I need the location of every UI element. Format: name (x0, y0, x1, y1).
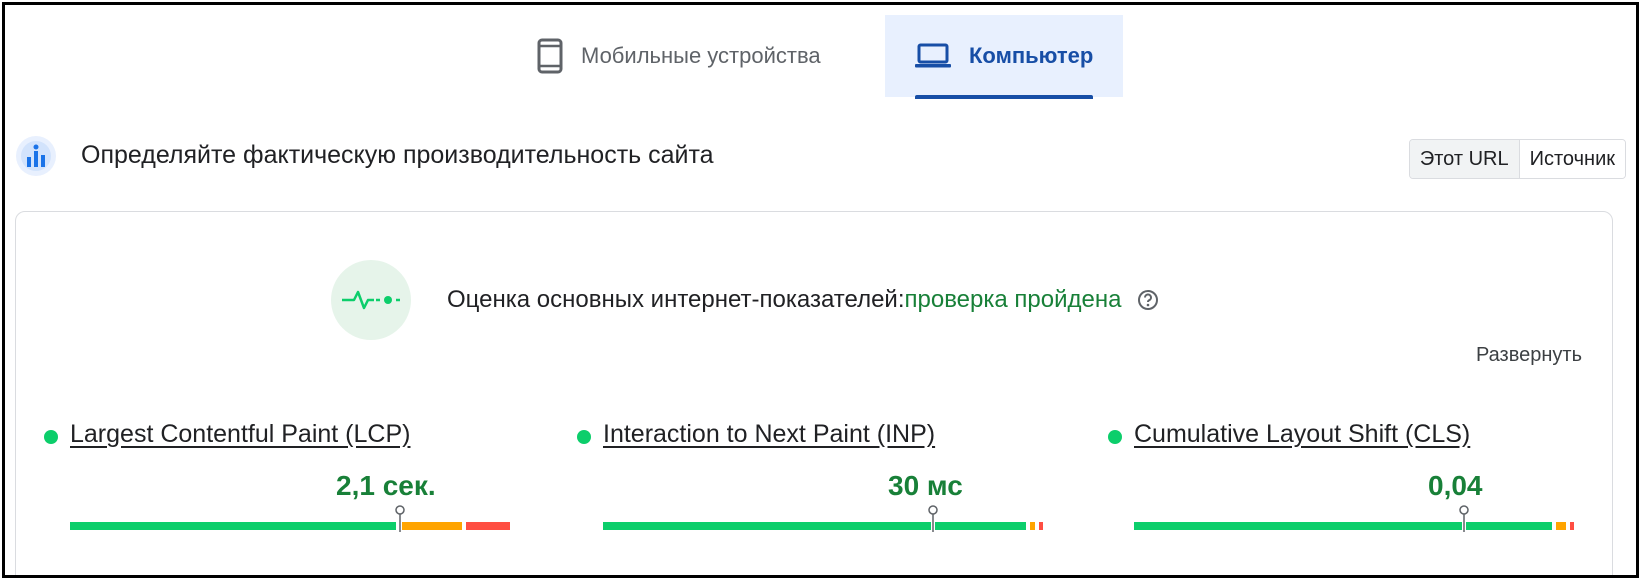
bar-segment-good (603, 522, 1026, 530)
tab-mobile[interactable]: Мобильные устройства (525, 15, 865, 97)
tab-mobile-label: Мобильные устройства (581, 43, 821, 68)
marker-icon (395, 505, 405, 532)
metric-value-inp: 30 мс (888, 470, 963, 501)
bar-segment-poor (1038, 522, 1043, 530)
assessment-text: Оценка основных интернет-показателей: про… (447, 286, 1159, 314)
bar-segment-poor (466, 522, 510, 530)
active-tab-indicator (915, 95, 1093, 99)
bar-segment-needs-improvement (1029, 522, 1035, 530)
marker-icon (1459, 505, 1469, 532)
metric-inp: Interaction to Next Paint (INP) 30 мс (577, 420, 1043, 540)
this-url-button[interactable]: Этот URL (1409, 140, 1520, 178)
status-dot-good (577, 430, 591, 444)
pulse-icon (342, 290, 400, 310)
expand-button[interactable]: Развернуть (1476, 344, 1582, 367)
bar-segment-needs-improvement (1556, 522, 1566, 530)
bar-segment-poor (1569, 522, 1574, 530)
crux-icon (16, 136, 56, 176)
laptop-icon (915, 43, 951, 68)
tab-desktop-label: Компьютер (969, 43, 1094, 68)
section-title: Определяйте фактическую производительнос… (81, 141, 714, 169)
help-icon[interactable] (1137, 289, 1159, 311)
metric-name-cls[interactable]: Cumulative Layout Shift (CLS) (1134, 420, 1470, 449)
metric-lcp: Largest Contentful Paint (LCP) 2,1 сек. (44, 420, 510, 540)
distribution-bar-lcp (70, 505, 510, 532)
assessment-badge (331, 260, 411, 340)
assessment-label: Оценка основных интернет-показателей: (447, 286, 905, 313)
distribution-bar-cls (1134, 505, 1574, 532)
bar-segment-needs-improvement (400, 522, 462, 530)
smartphone-icon (537, 38, 563, 74)
metric-value-cls: 0,04 (1428, 470, 1483, 501)
cwv-card: Оценка основных интернет-показателей: про… (15, 211, 1613, 575)
metric-name-lcp[interactable]: Largest Contentful Paint (LCP) (70, 420, 410, 449)
metric-value-lcp: 2,1 сек. (336, 470, 436, 501)
marker-icon (928, 505, 938, 532)
status-dot-good (1108, 430, 1122, 444)
assessment-result: проверка пройдена (904, 286, 1122, 313)
bar-segment-good (1134, 522, 1553, 530)
tab-desktop[interactable]: Компьютер (885, 15, 1123, 99)
metric-cls: Cumulative Layout Shift (CLS) 0,04 (1108, 420, 1574, 540)
section-header: Определяйте фактическую производительнос… (15, 133, 1626, 179)
device-tabs: Мобильные устройства Компьютер (5, 15, 1636, 99)
url-origin-toggle: Этот URL Источник (1408, 139, 1626, 179)
page-frame: Мобильные устройства Компьютер Определяй… (2, 2, 1639, 578)
metric-name-inp[interactable]: Interaction to Next Paint (INP) (603, 420, 935, 449)
bar-segment-good (70, 522, 396, 530)
origin-button[interactable]: Источник (1519, 140, 1625, 178)
status-dot-good (44, 430, 58, 444)
distribution-bar-inp (603, 505, 1043, 532)
